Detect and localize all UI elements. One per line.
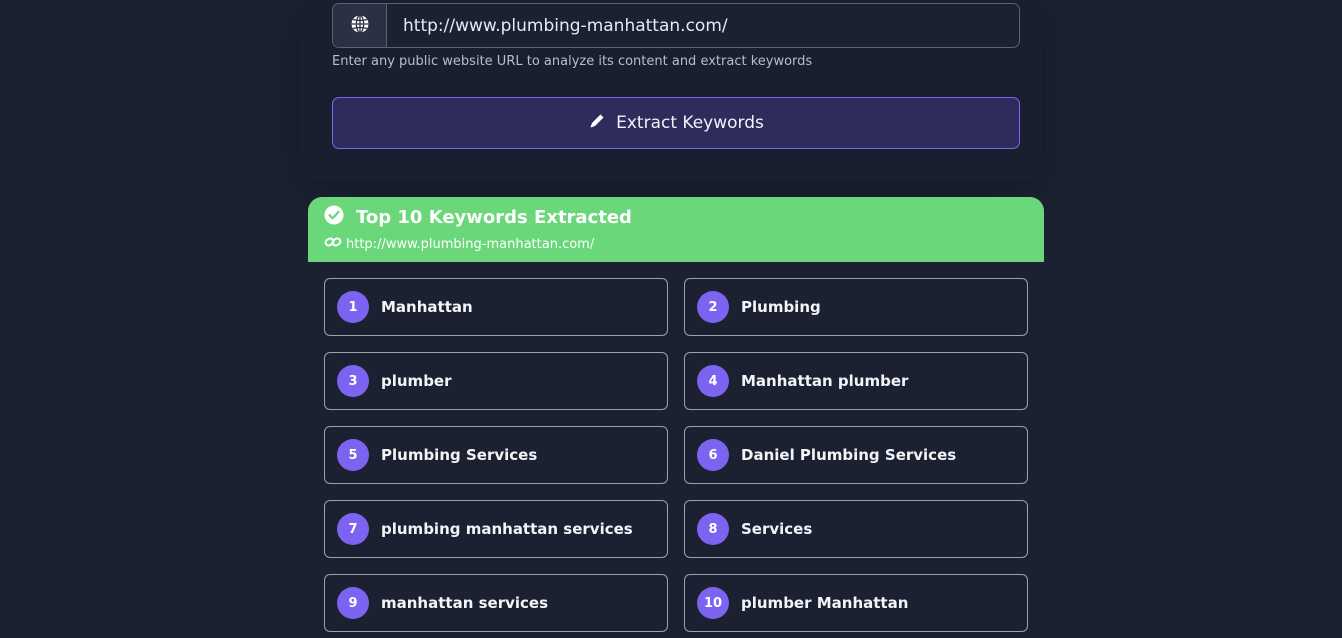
results-url: http://www.plumbing-manhattan.com/: [346, 236, 595, 252]
keyword-card: 6 Daniel Plumbing Services: [684, 426, 1028, 484]
keyword-rank-badge: 3: [337, 365, 369, 397]
check-circle-icon: [324, 205, 344, 230]
extract-keywords-label: Extract Keywords: [616, 113, 764, 133]
url-input-group: [332, 3, 1020, 48]
keyword-text: Plumbing: [741, 298, 821, 316]
link-icon: [324, 235, 342, 253]
keyword-text: Daniel Plumbing Services: [741, 446, 957, 464]
keyword-card: 2 Plumbing: [684, 278, 1028, 336]
keyword-rank-badge: 10: [697, 587, 729, 619]
keyword-card: 7 plumbing manhattan services: [324, 500, 668, 558]
results-header: Top 10 Keywords Extracted http://www.plu…: [308, 197, 1044, 262]
keyword-rank-badge: 1: [337, 291, 369, 323]
keyword-text: manhattan services: [381, 594, 549, 612]
keyword-grid: 1 Manhattan 2 Plumbing 3 plumber 4 Manha…: [324, 278, 1028, 632]
extract-keywords-button[interactable]: Extract Keywords: [332, 97, 1020, 149]
keyword-card: 4 Manhattan plumber: [684, 352, 1028, 410]
keyword-rank-badge: 5: [337, 439, 369, 471]
keyword-card: 3 plumber: [324, 352, 668, 410]
pencil-icon: [588, 112, 606, 135]
keyword-rank-badge: 7: [337, 513, 369, 545]
keyword-text: Plumbing Services: [381, 446, 538, 464]
keyword-text: Manhattan: [381, 298, 473, 316]
globe-icon: [350, 14, 370, 38]
url-input[interactable]: [387, 4, 1019, 47]
keyword-card: 1 Manhattan: [324, 278, 668, 336]
url-prefix: [333, 4, 387, 47]
results-title: Top 10 Keywords Extracted: [356, 206, 632, 228]
keyword-rank-badge: 8: [697, 513, 729, 545]
keyword-card: 10 plumber Manhattan: [684, 574, 1028, 632]
keyword-text: plumber Manhattan: [741, 594, 909, 612]
keyword-card: 9 manhattan services: [324, 574, 668, 632]
url-hint: Enter any public website URL to analyze …: [332, 54, 813, 69]
keyword-rank-badge: 6: [697, 439, 729, 471]
keyword-rank-badge: 4: [697, 365, 729, 397]
keyword-text: Services: [741, 520, 813, 538]
keyword-text: Manhattan plumber: [741, 372, 909, 390]
keyword-rank-badge: 9: [337, 587, 369, 619]
keyword-text: plumbing manhattan services: [381, 520, 633, 538]
keyword-card: 8 Services: [684, 500, 1028, 558]
keyword-rank-badge: 2: [697, 291, 729, 323]
keyword-text: plumber: [381, 372, 452, 390]
keyword-card: 5 Plumbing Services: [324, 426, 668, 484]
